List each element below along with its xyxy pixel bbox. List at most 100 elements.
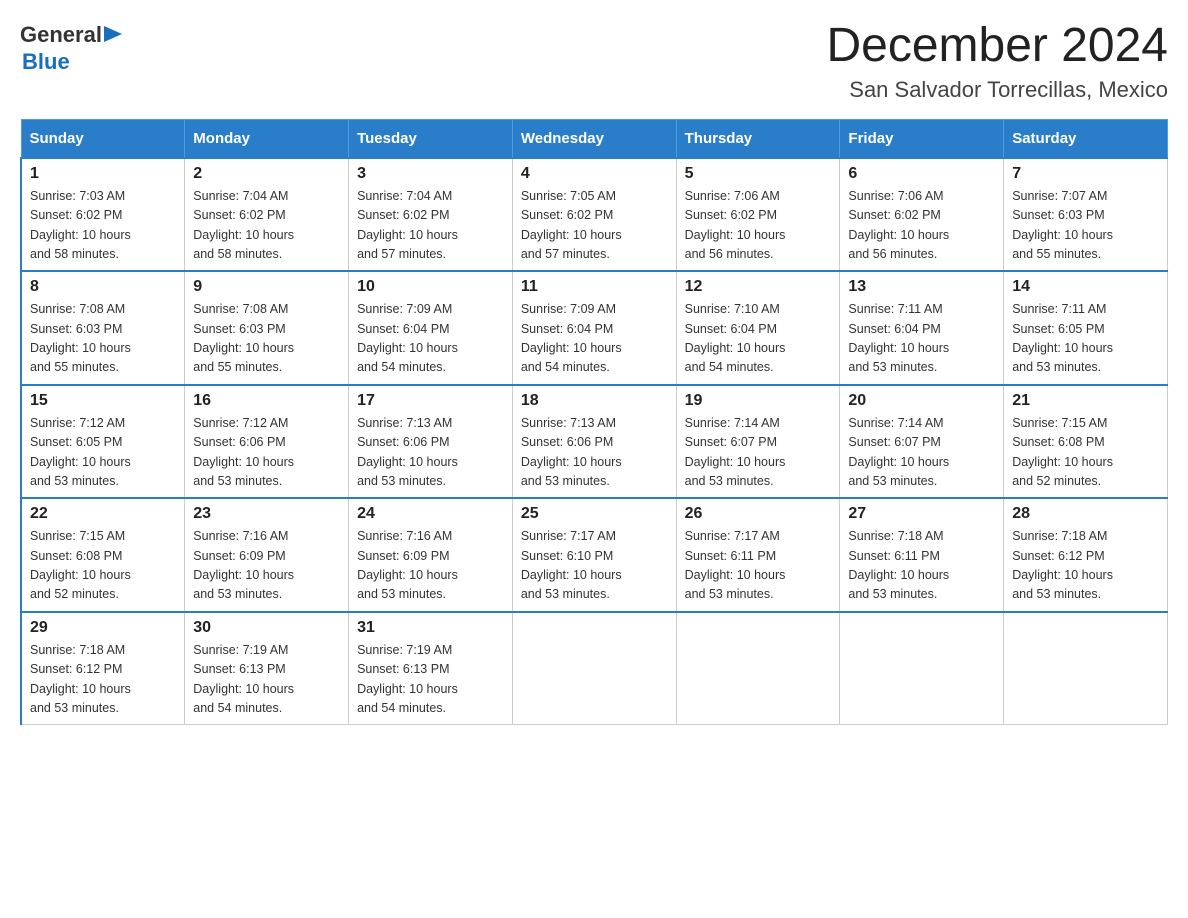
- day-info: Sunrise: 7:14 AM Sunset: 6:07 PM Dayligh…: [848, 414, 995, 492]
- day-info: Sunrise: 7:12 AM Sunset: 6:06 PM Dayligh…: [193, 414, 340, 492]
- calendar-cell: 25 Sunrise: 7:17 AM Sunset: 6:10 PM Dayl…: [512, 498, 676, 612]
- calendar-cell: 5 Sunrise: 7:06 AM Sunset: 6:02 PM Dayli…: [676, 158, 840, 272]
- day-number: 28: [1012, 505, 1159, 523]
- day-info: Sunrise: 7:05 AM Sunset: 6:02 PM Dayligh…: [521, 187, 668, 265]
- calendar-header-row: SundayMondayTuesdayWednesdayThursdayFrid…: [21, 119, 1168, 158]
- day-info: Sunrise: 7:06 AM Sunset: 6:02 PM Dayligh…: [685, 187, 832, 265]
- day-number: 9: [193, 278, 340, 296]
- day-info: Sunrise: 7:17 AM Sunset: 6:10 PM Dayligh…: [521, 527, 668, 605]
- calendar-cell: 16 Sunrise: 7:12 AM Sunset: 6:06 PM Dayl…: [185, 385, 349, 499]
- week-row-5: 29 Sunrise: 7:18 AM Sunset: 6:12 PM Dayl…: [21, 612, 1168, 725]
- day-info: Sunrise: 7:09 AM Sunset: 6:04 PM Dayligh…: [357, 300, 504, 378]
- calendar-cell: [1004, 612, 1168, 725]
- day-number: 17: [357, 392, 504, 410]
- day-number: 3: [357, 165, 504, 183]
- week-row-1: 1 Sunrise: 7:03 AM Sunset: 6:02 PM Dayli…: [21, 158, 1168, 272]
- calendar-cell: 13 Sunrise: 7:11 AM Sunset: 6:04 PM Dayl…: [840, 271, 1004, 385]
- calendar-cell: 3 Sunrise: 7:04 AM Sunset: 6:02 PM Dayli…: [349, 158, 513, 272]
- calendar-subtitle: San Salvador Torrecillas, Mexico: [826, 77, 1168, 103]
- day-info: Sunrise: 7:18 AM Sunset: 6:12 PM Dayligh…: [30, 641, 176, 719]
- day-info: Sunrise: 7:08 AM Sunset: 6:03 PM Dayligh…: [30, 300, 176, 378]
- day-number: 27: [848, 505, 995, 523]
- day-number: 22: [30, 505, 176, 523]
- calendar-cell: 8 Sunrise: 7:08 AM Sunset: 6:03 PM Dayli…: [21, 271, 185, 385]
- day-number: 21: [1012, 392, 1159, 410]
- day-number: 31: [357, 619, 504, 637]
- day-number: 1: [30, 165, 176, 183]
- day-number: 26: [685, 505, 832, 523]
- day-number: 25: [521, 505, 668, 523]
- day-info: Sunrise: 7:10 AM Sunset: 6:04 PM Dayligh…: [685, 300, 832, 378]
- day-number: 12: [685, 278, 832, 296]
- calendar-cell: 21 Sunrise: 7:15 AM Sunset: 6:08 PM Dayl…: [1004, 385, 1168, 499]
- day-info: Sunrise: 7:13 AM Sunset: 6:06 PM Dayligh…: [521, 414, 668, 492]
- day-number: 4: [521, 165, 668, 183]
- calendar-cell: 2 Sunrise: 7:04 AM Sunset: 6:02 PM Dayli…: [185, 158, 349, 272]
- day-number: 24: [357, 505, 504, 523]
- week-row-3: 15 Sunrise: 7:12 AM Sunset: 6:05 PM Dayl…: [21, 385, 1168, 499]
- calendar-cell: 22 Sunrise: 7:15 AM Sunset: 6:08 PM Dayl…: [21, 498, 185, 612]
- calendar-header-wednesday: Wednesday: [512, 119, 676, 158]
- calendar-cell: 31 Sunrise: 7:19 AM Sunset: 6:13 PM Dayl…: [349, 612, 513, 725]
- week-row-4: 22 Sunrise: 7:15 AM Sunset: 6:08 PM Dayl…: [21, 498, 1168, 612]
- day-info: Sunrise: 7:14 AM Sunset: 6:07 PM Dayligh…: [685, 414, 832, 492]
- day-number: 15: [30, 392, 176, 410]
- day-info: Sunrise: 7:04 AM Sunset: 6:02 PM Dayligh…: [193, 187, 340, 265]
- calendar-cell: 12 Sunrise: 7:10 AM Sunset: 6:04 PM Dayl…: [676, 271, 840, 385]
- day-number: 30: [193, 619, 340, 637]
- calendar-cell: 14 Sunrise: 7:11 AM Sunset: 6:05 PM Dayl…: [1004, 271, 1168, 385]
- day-number: 6: [848, 165, 995, 183]
- day-info: Sunrise: 7:11 AM Sunset: 6:05 PM Dayligh…: [1012, 300, 1159, 378]
- day-number: 29: [30, 619, 176, 637]
- calendar-header-friday: Friday: [840, 119, 1004, 158]
- day-number: 2: [193, 165, 340, 183]
- day-info: Sunrise: 7:11 AM Sunset: 6:04 PM Dayligh…: [848, 300, 995, 378]
- calendar-cell: [676, 612, 840, 725]
- calendar-cell: 23 Sunrise: 7:16 AM Sunset: 6:09 PM Dayl…: [185, 498, 349, 612]
- week-row-2: 8 Sunrise: 7:08 AM Sunset: 6:03 PM Dayli…: [21, 271, 1168, 385]
- day-info: Sunrise: 7:18 AM Sunset: 6:12 PM Dayligh…: [1012, 527, 1159, 605]
- day-info: Sunrise: 7:15 AM Sunset: 6:08 PM Dayligh…: [1012, 414, 1159, 492]
- calendar-cell: 29 Sunrise: 7:18 AM Sunset: 6:12 PM Dayl…: [21, 612, 185, 725]
- day-number: 8: [30, 278, 176, 296]
- calendar-cell: 18 Sunrise: 7:13 AM Sunset: 6:06 PM Dayl…: [512, 385, 676, 499]
- calendar-cell: [512, 612, 676, 725]
- calendar-cell: 4 Sunrise: 7:05 AM Sunset: 6:02 PM Dayli…: [512, 158, 676, 272]
- calendar-cell: 28 Sunrise: 7:18 AM Sunset: 6:12 PM Dayl…: [1004, 498, 1168, 612]
- calendar-cell: 15 Sunrise: 7:12 AM Sunset: 6:05 PM Dayl…: [21, 385, 185, 499]
- calendar-cell: 27 Sunrise: 7:18 AM Sunset: 6:11 PM Dayl…: [840, 498, 1004, 612]
- day-number: 13: [848, 278, 995, 296]
- calendar-title: December 2024: [826, 20, 1168, 73]
- logo-triangle-icon: [104, 26, 122, 44]
- day-number: 18: [521, 392, 668, 410]
- day-info: Sunrise: 7:08 AM Sunset: 6:03 PM Dayligh…: [193, 300, 340, 378]
- day-info: Sunrise: 7:04 AM Sunset: 6:02 PM Dayligh…: [357, 187, 504, 265]
- day-info: Sunrise: 7:06 AM Sunset: 6:02 PM Dayligh…: [848, 187, 995, 265]
- day-info: Sunrise: 7:07 AM Sunset: 6:03 PM Dayligh…: [1012, 187, 1159, 265]
- calendar-cell: 24 Sunrise: 7:16 AM Sunset: 6:09 PM Dayl…: [349, 498, 513, 612]
- calendar-header-monday: Monday: [185, 119, 349, 158]
- calendar-cell: 6 Sunrise: 7:06 AM Sunset: 6:02 PM Dayli…: [840, 158, 1004, 272]
- calendar-header-sunday: Sunday: [21, 119, 185, 158]
- calendar-cell: 9 Sunrise: 7:08 AM Sunset: 6:03 PM Dayli…: [185, 271, 349, 385]
- day-number: 10: [357, 278, 504, 296]
- calendar-cell: 20 Sunrise: 7:14 AM Sunset: 6:07 PM Dayl…: [840, 385, 1004, 499]
- day-info: Sunrise: 7:19 AM Sunset: 6:13 PM Dayligh…: [193, 641, 340, 719]
- calendar-cell: 19 Sunrise: 7:14 AM Sunset: 6:07 PM Dayl…: [676, 385, 840, 499]
- day-info: Sunrise: 7:18 AM Sunset: 6:11 PM Dayligh…: [848, 527, 995, 605]
- day-info: Sunrise: 7:17 AM Sunset: 6:11 PM Dayligh…: [685, 527, 832, 605]
- day-number: 20: [848, 392, 995, 410]
- logo-general: General: [20, 22, 102, 48]
- day-number: 5: [685, 165, 832, 183]
- day-info: Sunrise: 7:03 AM Sunset: 6:02 PM Dayligh…: [30, 187, 176, 265]
- day-number: 19: [685, 392, 832, 410]
- day-number: 23: [193, 505, 340, 523]
- title-area: December 2024 San Salvador Torrecillas, …: [826, 20, 1168, 103]
- day-number: 7: [1012, 165, 1159, 183]
- calendar-header-thursday: Thursday: [676, 119, 840, 158]
- day-info: Sunrise: 7:19 AM Sunset: 6:13 PM Dayligh…: [357, 641, 504, 719]
- calendar-header-tuesday: Tuesday: [349, 119, 513, 158]
- calendar-cell: 7 Sunrise: 7:07 AM Sunset: 6:03 PM Dayli…: [1004, 158, 1168, 272]
- day-info: Sunrise: 7:09 AM Sunset: 6:04 PM Dayligh…: [521, 300, 668, 378]
- day-info: Sunrise: 7:15 AM Sunset: 6:08 PM Dayligh…: [30, 527, 176, 605]
